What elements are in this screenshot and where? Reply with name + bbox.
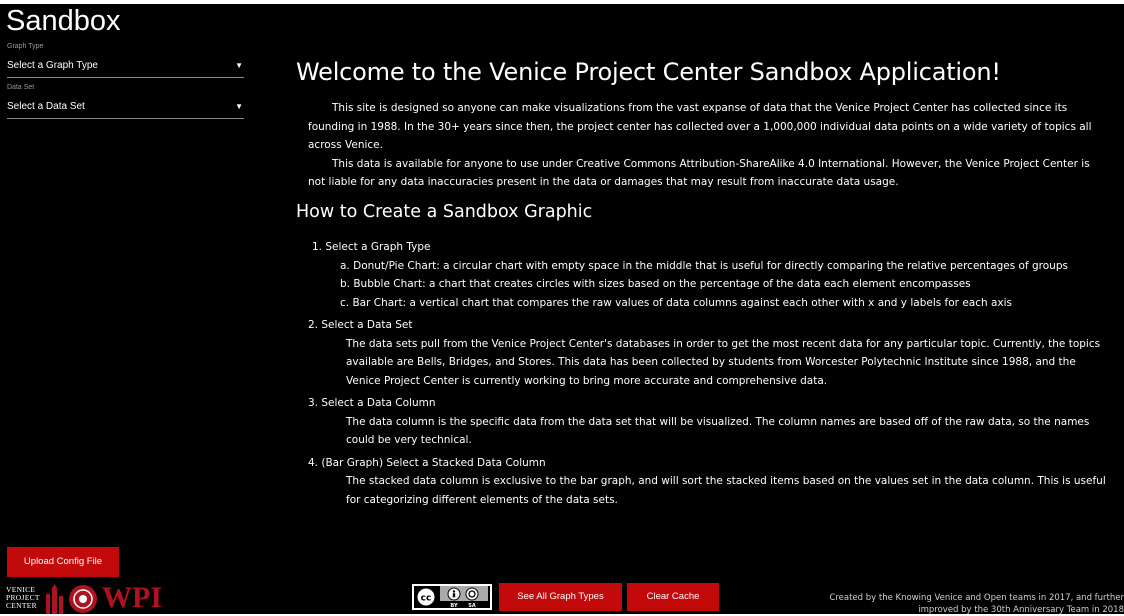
svg-text:BY: BY: [450, 603, 458, 609]
graph-type-select[interactable]: Select a Graph Type ▼: [7, 55, 244, 78]
step-description: The data sets pull from the Venice Proje…: [346, 337, 1101, 387]
upload-config-button[interactable]: Upload Config File: [7, 547, 119, 577]
data-set-value: Select a Data Set: [7, 101, 85, 112]
app-window: Sandbox Graph Type Select a Graph Type ▼…: [0, 4, 1124, 615]
see-all-graph-types-button[interactable]: See All Graph Types: [499, 583, 622, 611]
intro-paragraph: This site is designed so anyone can make…: [308, 102, 1092, 151]
step-title: 2. Select a Data Set: [308, 319, 413, 331]
intro-paragraph: This data is available for anyone to use…: [308, 157, 1090, 189]
graph-type-label: Graph Type: [7, 43, 44, 50]
substep: c. Bar Chart: a vertical chart that comp…: [340, 296, 1013, 309]
credit-text: Created by the Knowing Venice and Open t…: [829, 593, 1124, 615]
svg-text:cc: cc: [421, 594, 432, 604]
cc-license-icon[interactable]: cc BY SA: [412, 584, 492, 610]
wpi-logo: WPI: [102, 581, 162, 614]
logos: VENICE PROJECT CENTER WPI: [6, 581, 206, 614]
instruction-steps: 1. Select a Graph Type a. Donut/Pie Char…: [308, 238, 1108, 509]
step-1: 1. Select a Graph Type a. Donut/Pie Char…: [308, 238, 1108, 312]
clear-cache-button[interactable]: Clear Cache: [627, 583, 719, 611]
step-description: The stacked data column is exclusive to …: [346, 475, 1106, 506]
substep: b. Bubble Chart: a chart that creates ci…: [340, 278, 971, 290]
vpc-logo: VENICE PROJECT CENTER: [6, 585, 40, 610]
welcome-title: Welcome to the Venice Project Center San…: [296, 58, 1001, 86]
substep: a. Donut/Pie Chart: a circular chart wit…: [340, 259, 1068, 272]
dropdown-arrow-icon: ▼: [235, 61, 243, 70]
sidebar: Sandbox Graph Type Select a Graph Type ▼…: [0, 4, 245, 614]
step-title: 1. Select a Graph Type: [312, 241, 431, 253]
data-set-label: Data Set: [7, 84, 35, 91]
step-3: 3. Select a Data Column The data column …: [308, 394, 1108, 450]
svg-text:SA: SA: [468, 603, 476, 609]
howto-title: How to Create a Sandbox Graphic: [296, 202, 593, 222]
step-title: 4. (Bar Graph) Select a Stacked Data Col…: [308, 456, 546, 469]
data-set-select[interactable]: Select a Data Set ▼: [7, 96, 244, 119]
step-title: 3. Select a Data Column: [308, 397, 436, 409]
wpi-seal-icon: [69, 585, 97, 613]
intro-text: This site is designed so anyone can make…: [308, 99, 1108, 192]
graph-type-value: Select a Graph Type: [7, 60, 98, 71]
step-description: The data column is the specific data fro…: [346, 415, 1090, 447]
step-2: 2. Select a Data Set The data sets pull …: [308, 316, 1108, 390]
dropdown-arrow-icon: ▼: [235, 102, 243, 111]
campanile-icon: [46, 584, 63, 614]
step-4: 4. (Bar Graph) Select a Stacked Data Col…: [308, 454, 1108, 510]
sidebar-title: Sandbox: [6, 5, 121, 37]
